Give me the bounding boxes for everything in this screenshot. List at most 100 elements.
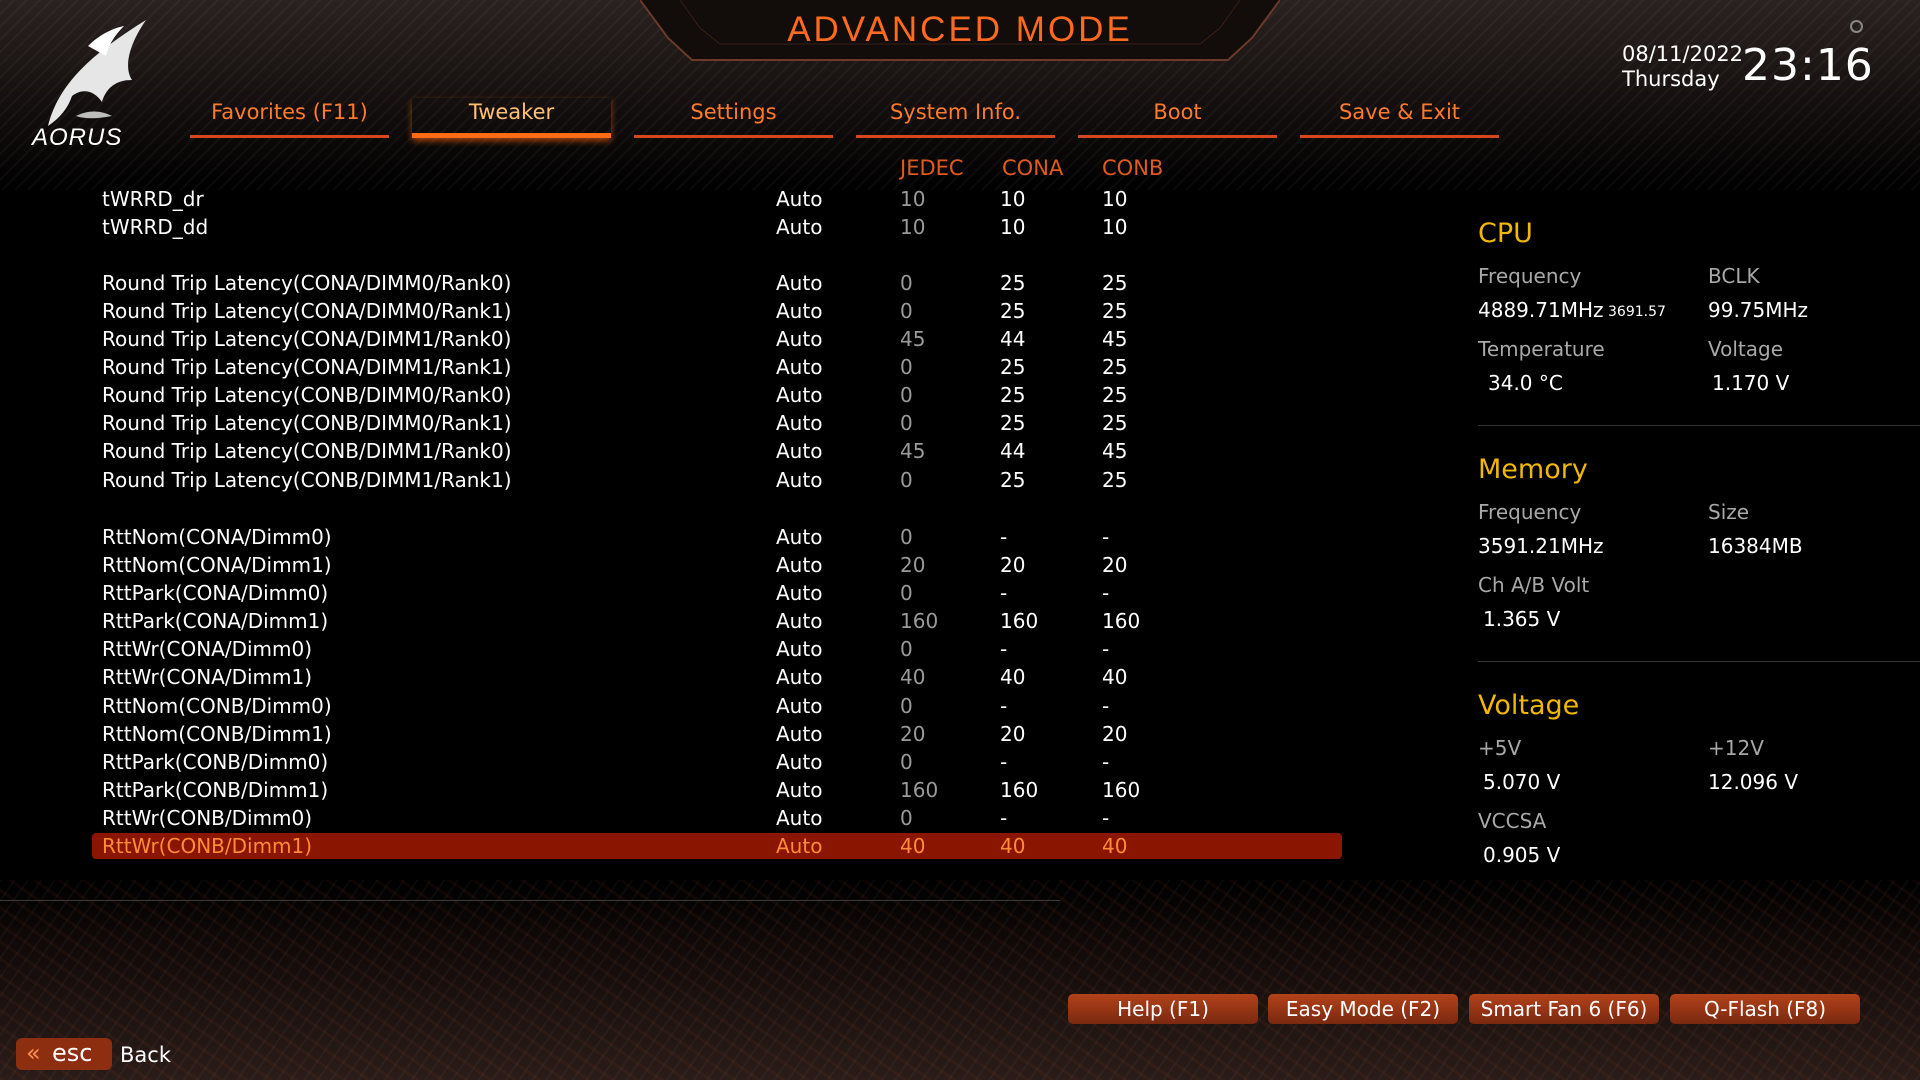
jedec-value: 0 bbox=[900, 271, 913, 295]
conb-value: 45 bbox=[1102, 327, 1128, 351]
tab-boot[interactable]: Boot bbox=[1078, 98, 1277, 138]
setting-row-rttnom-cona-dimm0[interactable]: RttNom(CONA/Dimm0) Auto 0 - - bbox=[92, 524, 1342, 550]
setting-value[interactable]: Auto bbox=[776, 382, 822, 408]
smart-fan-button[interactable]: Smart Fan 6 (F6) bbox=[1469, 994, 1659, 1024]
setting-row-rttpark-conb-dimm0[interactable]: RttPark(CONB/Dimm0) Auto 0 - - bbox=[92, 749, 1342, 775]
setting-row-rtl-conb-dimm0-rank1[interactable]: Round Trip Latency(CONB/DIMM0/Rank1) Aut… bbox=[92, 410, 1342, 436]
memory-volt-label: Ch A/B Volt bbox=[1478, 573, 1590, 597]
setting-value[interactable]: Auto bbox=[776, 805, 822, 831]
setting-row-rtl-conb-dimm1-rank1[interactable]: Round Trip Latency(CONB/DIMM1/Rank1) Aut… bbox=[92, 467, 1342, 493]
setting-name: RttNom(CONA/Dimm1) bbox=[102, 553, 332, 577]
jedec-value: 45 bbox=[900, 327, 926, 351]
setting-row-rttwr-cona-dimm0[interactable]: RttWr(CONA/Dimm0) Auto 0 - - bbox=[92, 636, 1342, 662]
jedec-value: 20 bbox=[900, 722, 926, 746]
setting-row-rttwr-conb-dimm0[interactable]: RttWr(CONB/Dimm0) Auto 0 - - bbox=[92, 805, 1342, 831]
setting-value[interactable]: Auto bbox=[776, 693, 822, 719]
conb-value: 40 bbox=[1102, 665, 1128, 689]
jedec-value: 0 bbox=[900, 694, 913, 718]
cona-value: - bbox=[1000, 525, 1008, 549]
setting-value[interactable]: Auto bbox=[776, 608, 822, 634]
date-display: 08/11/2022 bbox=[1622, 42, 1744, 66]
column-header-jedec: JEDEC bbox=[900, 156, 964, 180]
conb-value: 10 bbox=[1102, 187, 1128, 211]
setting-row-rttnom-conb-dimm0[interactable]: RttNom(CONB/Dimm0) Auto 0 - - bbox=[92, 693, 1342, 719]
setting-value[interactable]: Auto bbox=[776, 721, 822, 747]
voltage-5v-value: 5.070 V bbox=[1483, 770, 1561, 794]
setting-row-rtl-cona-dimm0-rank1[interactable]: Round Trip Latency(CONA/DIMM0/Rank1) Aut… bbox=[92, 298, 1342, 324]
setting-value[interactable]: Auto bbox=[776, 552, 822, 578]
panel-divider bbox=[1478, 425, 1920, 426]
setting-value[interactable]: Auto bbox=[776, 298, 822, 324]
memory-size-label: Size bbox=[1708, 500, 1750, 524]
conb-value: 40 bbox=[1102, 834, 1128, 858]
voltage-vccsa-label: VCCSA bbox=[1478, 809, 1547, 833]
setting-row-rttnom-cona-dimm1[interactable]: RttNom(CONA/Dimm1) Auto 20 20 20 bbox=[92, 552, 1342, 578]
setting-value[interactable]: Auto bbox=[776, 777, 822, 803]
setting-value[interactable]: Auto bbox=[776, 438, 822, 464]
conb-value: 45 bbox=[1102, 439, 1128, 463]
jedec-value: 40 bbox=[900, 665, 926, 689]
setting-row-rtl-cona-dimm1-rank1[interactable]: Round Trip Latency(CONA/DIMM1/Rank1) Aut… bbox=[92, 354, 1342, 380]
tab-tweaker[interactable]: Tweaker bbox=[412, 98, 611, 138]
setting-value[interactable]: Auto bbox=[776, 326, 822, 352]
voltage-12v-label: +12V bbox=[1708, 736, 1764, 760]
setting-value[interactable]: Auto bbox=[776, 749, 822, 775]
cpu-section-title: CPU bbox=[1478, 218, 1533, 249]
setting-name: RttPark(CONB/Dimm0) bbox=[102, 750, 329, 774]
setting-row-twrrd-dr[interactable]: tWRRD_dr Auto 10 10 10 bbox=[92, 186, 1342, 212]
tab-save-exit[interactable]: Save & Exit bbox=[1300, 98, 1499, 138]
settings-gear-icon[interactable] bbox=[1850, 20, 1863, 33]
setting-value[interactable]: Auto bbox=[776, 270, 822, 296]
setting-row-rttwr-conb-dimm1-selected[interactable]: RttWr(CONB/Dimm1) Auto 40 40 40 bbox=[92, 833, 1342, 859]
setting-value[interactable]: Auto bbox=[776, 580, 822, 606]
setting-name: Round Trip Latency(CONB/DIMM1/Rank0) bbox=[102, 439, 512, 463]
conb-value: 25 bbox=[1102, 468, 1128, 492]
setting-name: RttWr(CONB/Dimm1) bbox=[102, 834, 313, 858]
esc-back-button[interactable]: « esc bbox=[16, 1038, 112, 1070]
setting-row-rtl-conb-dimm0-rank0[interactable]: Round Trip Latency(CONB/DIMM0/Rank0) Aut… bbox=[92, 382, 1342, 408]
setting-row-rtl-conb-dimm1-rank0[interactable]: Round Trip Latency(CONB/DIMM1/Rank0) Aut… bbox=[92, 438, 1342, 464]
setting-value[interactable]: Auto bbox=[776, 833, 822, 859]
setting-value[interactable]: Auto bbox=[776, 524, 822, 550]
cona-value: - bbox=[1000, 581, 1008, 605]
setting-row-rttpark-conb-dimm1[interactable]: RttPark(CONB/Dimm1) Auto 160 160 160 bbox=[92, 777, 1342, 803]
cona-value: 44 bbox=[1000, 327, 1026, 351]
setting-value[interactable]: Auto bbox=[776, 410, 822, 436]
setting-row-rtl-cona-dimm0-rank0[interactable]: Round Trip Latency(CONA/DIMM0/Rank0) Aut… bbox=[92, 270, 1342, 296]
setting-value[interactable]: Auto bbox=[776, 636, 822, 662]
setting-row-rtl-cona-dimm1-rank0[interactable]: Round Trip Latency(CONA/DIMM1/Rank0) Aut… bbox=[92, 326, 1342, 352]
tab-settings[interactable]: Settings bbox=[634, 98, 833, 138]
setting-value[interactable]: Auto bbox=[776, 186, 822, 212]
setting-name: Round Trip Latency(CONA/DIMM0/Rank0) bbox=[102, 271, 512, 295]
cona-value: 25 bbox=[1000, 383, 1026, 407]
tab-system-info[interactable]: System Info. bbox=[856, 98, 1055, 138]
panel-divider bbox=[1478, 661, 1920, 662]
setting-value[interactable]: Auto bbox=[776, 467, 822, 493]
setting-value[interactable]: Auto bbox=[776, 354, 822, 380]
jedec-value: 0 bbox=[900, 468, 913, 492]
setting-value[interactable]: Auto bbox=[776, 214, 822, 240]
jedec-value: 160 bbox=[900, 609, 939, 633]
setting-name: Round Trip Latency(CONA/DIMM0/Rank1) bbox=[102, 299, 512, 323]
cona-value: 20 bbox=[1000, 722, 1026, 746]
cona-value: 160 bbox=[1000, 609, 1039, 633]
q-flash-button[interactable]: Q-Flash (F8) bbox=[1670, 994, 1860, 1024]
conb-value: 25 bbox=[1102, 411, 1128, 435]
setting-row-rttpark-cona-dimm0[interactable]: RttPark(CONA/Dimm0) Auto 0 - - bbox=[92, 580, 1342, 606]
setting-row-twrrd-dd[interactable]: tWRRD_dd Auto 10 10 10 bbox=[92, 214, 1342, 240]
tab-favorites[interactable]: Favorites (F11) bbox=[190, 98, 389, 138]
setting-value[interactable]: Auto bbox=[776, 664, 822, 690]
cona-value: 160 bbox=[1000, 778, 1039, 802]
conb-value: 25 bbox=[1102, 271, 1128, 295]
help-button[interactable]: Help (F1) bbox=[1068, 994, 1258, 1024]
setting-row-rttnom-conb-dimm1[interactable]: RttNom(CONB/Dimm1) Auto 20 20 20 bbox=[92, 721, 1342, 747]
back-label: Back bbox=[120, 1043, 171, 1067]
jedec-value: 0 bbox=[900, 383, 913, 407]
setting-row-rttwr-cona-dimm1[interactable]: RttWr(CONA/Dimm1) Auto 40 40 40 bbox=[92, 664, 1342, 690]
easy-mode-button[interactable]: Easy Mode (F2) bbox=[1268, 994, 1458, 1024]
jedec-value: 20 bbox=[900, 553, 926, 577]
conb-value: 25 bbox=[1102, 355, 1128, 379]
setting-row-rttpark-cona-dimm1[interactable]: RttPark(CONA/Dimm1) Auto 160 160 160 bbox=[92, 608, 1342, 634]
jedec-value: 10 bbox=[900, 187, 926, 211]
conb-value: - bbox=[1102, 750, 1110, 774]
